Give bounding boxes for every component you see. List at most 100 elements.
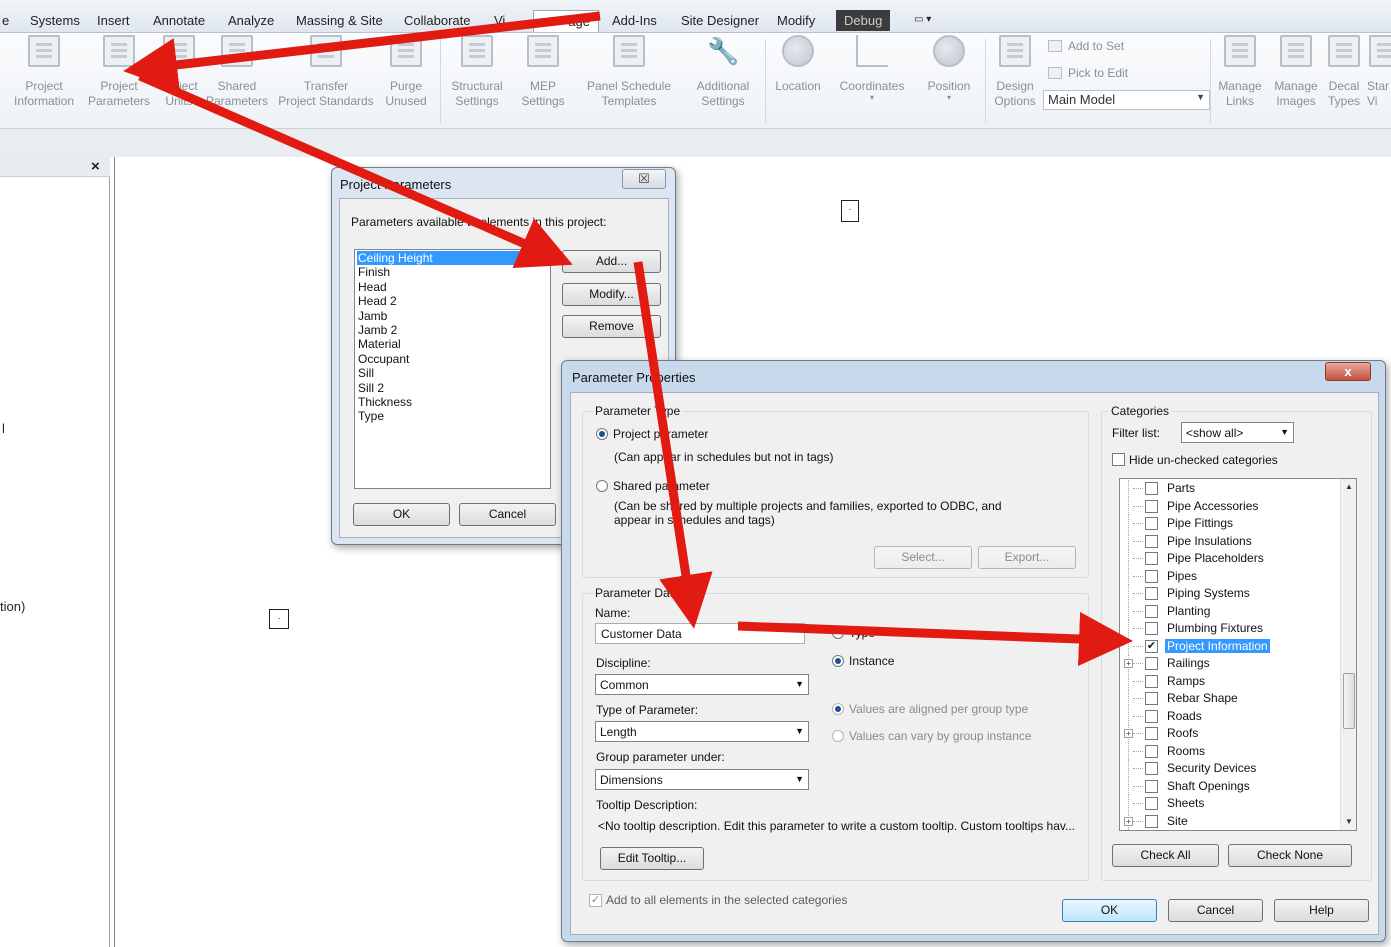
hide-unchecked-checkbox[interactable]: [1112, 453, 1125, 466]
category-row[interactable]: Shaft Openings: [1120, 777, 1338, 795]
tab-debug[interactable]: Debug: [836, 10, 891, 31]
instance-radio[interactable]: [832, 655, 844, 667]
category-row[interactable]: Ramps: [1120, 672, 1338, 690]
cancel-button[interactable]: Cancel: [1168, 899, 1263, 922]
list-item[interactable]: Jamb: [357, 309, 548, 323]
list-item[interactable]: Occupant: [357, 352, 548, 366]
position-button[interactable]: Position ▾: [922, 35, 976, 102]
tab-insert[interactable]: Insert: [97, 13, 130, 28]
category-checkbox[interactable]: [1145, 569, 1158, 583]
cancel-button[interactable]: Cancel: [459, 503, 556, 526]
category-checkbox[interactable]: [1145, 727, 1158, 740]
type-radio[interactable]: [832, 627, 844, 639]
category-checkbox[interactable]: [1145, 779, 1158, 793]
category-row[interactable]: Pipe Insulations: [1120, 532, 1338, 550]
category-checkbox[interactable]: [1145, 517, 1158, 530]
category-row[interactable]: Rooms: [1120, 742, 1338, 760]
tab-add-ins[interactable]: Add-Ins: [612, 13, 657, 28]
category-checkbox[interactable]: [1145, 482, 1158, 495]
close-button[interactable]: ☒: [622, 169, 666, 189]
type-of-parameter-select[interactable]: Length ▼: [595, 721, 809, 742]
select-button[interactable]: Select...: [874, 546, 972, 569]
list-item[interactable]: Finish: [357, 265, 548, 279]
ok-button[interactable]: OK: [1062, 899, 1157, 922]
scroll-up-icon[interactable]: ▲: [1341, 479, 1356, 495]
discipline-select[interactable]: Common ▼: [595, 674, 809, 695]
aligned-per-group-radio[interactable]: [832, 703, 844, 715]
category-checkbox[interactable]: [1145, 604, 1158, 618]
tab-fragment[interactable]: e: [2, 13, 9, 28]
modify-button[interactable]: Modify...: [562, 283, 661, 306]
category-checkbox[interactable]: [1145, 692, 1158, 705]
category-checkbox[interactable]: [1145, 499, 1158, 513]
category-row[interactable]: + Railings: [1120, 655, 1338, 672]
category-row[interactable]: ✔ Project Information: [1120, 637, 1338, 655]
expand-icon[interactable]: +: [1124, 729, 1133, 738]
pick-to-edit-button[interactable]: Pick to Edit: [1048, 66, 1128, 80]
category-checkbox[interactable]: [1145, 552, 1158, 565]
scroll-thumb[interactable]: [1343, 673, 1355, 729]
category-checkbox[interactable]: [1145, 534, 1158, 548]
section-tag-icon[interactable]: ·: [269, 609, 289, 629]
list-item[interactable]: Head: [357, 280, 548, 294]
filter-list-select[interactable]: <show all> ▼: [1181, 422, 1294, 443]
category-row[interactable]: Plumbing Fixtures: [1120, 620, 1338, 637]
tab-annotate[interactable]: Annotate: [153, 13, 205, 28]
group-parameter-select[interactable]: Dimensions ▼: [595, 769, 809, 790]
expand-icon[interactable]: +: [1124, 816, 1133, 826]
project-units-button[interactable]: Project Units: [156, 35, 202, 109]
tab-analyze[interactable]: Analyze: [228, 13, 274, 28]
shared-parameter-radio[interactable]: [596, 480, 608, 492]
shared-parameters-button[interactable]: Shared Parameters: [205, 35, 269, 109]
category-checkbox[interactable]: [1145, 709, 1158, 723]
category-row[interactable]: Planting: [1120, 602, 1338, 620]
tab-modify[interactable]: Modify: [777, 13, 815, 28]
categories-tree[interactable]: Parts Pipe Accessories Pipe Fittings Pipe I…: [1119, 478, 1357, 831]
category-checkbox[interactable]: [1145, 674, 1158, 688]
check-none-button[interactable]: Check None: [1228, 844, 1352, 867]
add-to-set-button[interactable]: Add to Set: [1048, 39, 1124, 53]
list-item[interactable]: Head 2: [357, 294, 548, 308]
list-item[interactable]: Thickness: [357, 395, 548, 409]
add-to-all-checkbox[interactable]: ✓: [589, 894, 602, 907]
category-row[interactable]: Parts: [1120, 480, 1338, 497]
starting-view-button[interactable]: Star Vi: [1367, 35, 1391, 109]
tab-manage[interactable]: age: [533, 10, 599, 32]
list-item[interactable]: Sill 2: [357, 381, 548, 395]
elevation-tag-icon[interactable]: ·: [841, 200, 859, 222]
close-icon[interactable]: ×: [91, 158, 100, 175]
ribbon-options-icon[interactable]: ▭ ▾: [914, 14, 931, 25]
category-row[interactable]: Pipe Placeholders: [1120, 550, 1338, 567]
tab-view[interactable]: Vi: [494, 13, 505, 28]
list-item[interactable]: Ceiling Height: [357, 251, 548, 266]
decal-types-button[interactable]: Decal Types: [1324, 35, 1364, 109]
tab-massing-site[interactable]: Massing & Site: [296, 13, 383, 28]
category-checkbox[interactable]: [1145, 587, 1158, 600]
tab-site-designer[interactable]: Site Designer: [681, 13, 759, 28]
structural-settings-button[interactable]: Structural Settings: [446, 35, 508, 109]
add-button[interactable]: Add...: [562, 250, 661, 273]
vary-by-group-radio[interactable]: [832, 730, 844, 742]
location-button[interactable]: Location: [770, 35, 826, 94]
list-item[interactable]: Sill: [357, 366, 548, 380]
project-information-button[interactable]: Project Information: [9, 35, 79, 109]
category-checkbox[interactable]: [1145, 622, 1158, 635]
project-parameters-button[interactable]: Project Parameters: [86, 35, 152, 109]
category-row[interactable]: + Site: [1120, 812, 1338, 830]
panel-schedule-templates-button[interactable]: Panel Schedule Templates: [581, 35, 677, 109]
category-row[interactable]: Security Devices: [1120, 760, 1338, 777]
parameters-list[interactable]: Ceiling Height Finish Head Head 2 Jamb J…: [354, 249, 551, 489]
help-button[interactable]: Help: [1274, 899, 1369, 922]
category-row[interactable]: Sheets: [1120, 795, 1338, 812]
category-row[interactable]: Piping Systems: [1120, 585, 1338, 602]
transfer-project-standards-button[interactable]: Transfer Project Standards: [273, 35, 379, 109]
category-checkbox[interactable]: ✔: [1145, 639, 1158, 653]
manage-links-button[interactable]: Manage Links: [1214, 35, 1266, 109]
mep-settings-button[interactable]: MEP Settings: [515, 35, 571, 109]
category-checkbox[interactable]: [1145, 762, 1158, 775]
manage-images-button[interactable]: Manage Images: [1270, 35, 1322, 109]
category-row[interactable]: + Roofs: [1120, 725, 1338, 742]
design-option-select[interactable]: Main Model ▼: [1043, 90, 1210, 110]
close-button[interactable]: x: [1325, 362, 1371, 381]
purge-unused-button[interactable]: Purge Unused: [383, 35, 429, 109]
